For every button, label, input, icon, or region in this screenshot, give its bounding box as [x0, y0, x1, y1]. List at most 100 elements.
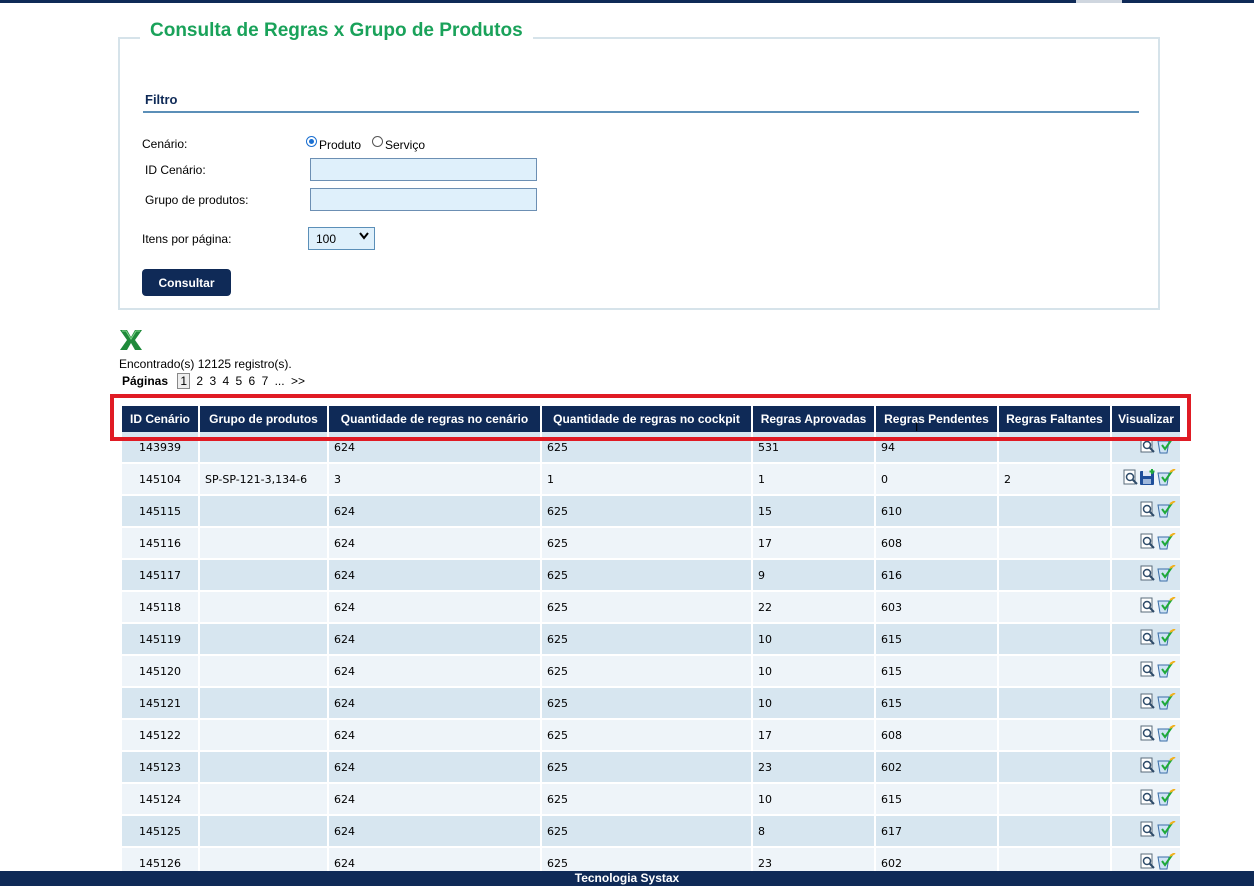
cell-grupo-produtos [200, 560, 327, 592]
view-icon[interactable] [1139, 661, 1156, 681]
edit-rules-icon[interactable] [1156, 724, 1176, 745]
save-icon[interactable] [1139, 469, 1156, 489]
next-pages-link[interactable]: >> [291, 374, 305, 388]
edit-rules-icon[interactable] [1156, 820, 1176, 841]
page-link-1[interactable]: 1 [177, 373, 191, 389]
filter-divider [143, 111, 1139, 113]
cell-id-cenario: 145125 [122, 816, 198, 848]
edit-rules-icon[interactable] [1156, 852, 1176, 873]
edit-rules-icon[interactable] [1156, 788, 1176, 809]
view-icon[interactable] [1139, 629, 1156, 649]
page-link-4[interactable]: 4 [222, 374, 229, 388]
col-qtd-regras-cenario[interactable]: Quantidade de regras no cenário [329, 406, 540, 432]
view-icon[interactable] [1139, 821, 1156, 841]
id-cenario-input[interactable] [310, 158, 537, 181]
col-regras-aprovadas[interactable]: Regras Aprovadas [753, 406, 874, 432]
view-icon[interactable] [1139, 437, 1156, 457]
cell-visualizar [1112, 752, 1180, 784]
cell-qtd-regras-cockpit: 625 [542, 752, 751, 784]
cell-qtd-regras-cockpit: 1 [542, 464, 751, 496]
cell-qtd-regras-cenario: 624 [329, 432, 540, 464]
edit-rules-icon[interactable] [1156, 436, 1176, 457]
edit-rules-icon[interactable] [1156, 532, 1176, 553]
cell-visualizar [1112, 592, 1180, 624]
col-grupo-produtos[interactable]: Grupo de produtos [200, 406, 327, 432]
cell-qtd-regras-cockpit: 625 [542, 624, 751, 656]
table-row: 145120 624 625 10 615 [122, 656, 1180, 688]
cell-id-cenario: 145104 [122, 464, 198, 496]
table-row: 145115 624 625 15 610 [122, 496, 1180, 528]
view-icon[interactable] [1139, 789, 1156, 809]
cell-qtd-regras-cenario: 624 [329, 816, 540, 848]
view-icon[interactable] [1139, 565, 1156, 585]
edit-rules-icon[interactable] [1156, 628, 1176, 649]
cell-grupo-produtos [200, 624, 327, 656]
cell-visualizar [1112, 560, 1180, 592]
cell-regras-faltantes [999, 560, 1110, 592]
view-icon[interactable] [1139, 533, 1156, 553]
radio-servico[interactable] [372, 136, 383, 147]
cell-regras-pendentes: 610 [876, 496, 997, 528]
page-link-3[interactable]: 3 [209, 374, 216, 388]
view-icon[interactable] [1139, 757, 1156, 777]
items-per-page-value: 100 [316, 232, 337, 246]
grupo-produtos-input[interactable] [310, 188, 537, 211]
cell-regras-pendentes: 615 [876, 656, 997, 688]
edit-rules-icon[interactable] [1156, 468, 1176, 489]
edit-rules-icon[interactable] [1156, 660, 1176, 681]
cell-qtd-regras-cockpit: 625 [542, 496, 751, 528]
edit-rules-icon[interactable] [1156, 500, 1176, 521]
grupo-produtos-label: Grupo de produtos: [145, 193, 249, 207]
col-regras-pendentes[interactable]: Regras Pendentes [876, 406, 997, 432]
cell-regras-pendentes: 608 [876, 528, 997, 560]
view-icon[interactable] [1139, 853, 1156, 873]
cell-regras-aprovadas: 10 [753, 624, 874, 656]
cell-id-cenario: 145121 [122, 688, 198, 720]
consultar-button[interactable]: Consultar [142, 269, 231, 296]
view-icon[interactable] [1139, 597, 1156, 617]
view-icon[interactable] [1139, 693, 1156, 713]
cell-regras-pendentes: 615 [876, 688, 997, 720]
cell-qtd-regras-cenario: 624 [329, 560, 540, 592]
items-per-page-select[interactable]: 100 [308, 227, 375, 250]
excel-icon[interactable] [118, 328, 144, 352]
col-regras-faltantes[interactable]: Regras Faltantes [999, 406, 1110, 432]
cell-qtd-regras-cenario: 624 [329, 496, 540, 528]
edit-rules-icon[interactable] [1156, 692, 1176, 713]
table-row: 145119 624 625 10 615 [122, 624, 1180, 656]
page-link-2[interactable]: 2 [196, 374, 203, 388]
cell-grupo-produtos [200, 688, 327, 720]
cell-regras-faltantes: 2 [999, 464, 1110, 496]
cell-grupo-produtos [200, 752, 327, 784]
table-row: 145123 624 625 23 602 [122, 752, 1180, 784]
col-qtd-regras-cockpit[interactable]: Quantidade de regras no cockpit [542, 406, 751, 432]
edit-rules-icon[interactable] [1156, 756, 1176, 777]
radio-servico-label[interactable]: Serviço [385, 138, 425, 152]
cell-regras-aprovadas: 17 [753, 528, 874, 560]
page-link-5[interactable]: 5 [236, 374, 243, 388]
col-id-cenario[interactable]: ID Cenário [122, 406, 198, 432]
page-link-6[interactable]: 6 [249, 374, 256, 388]
view-icon[interactable] [1139, 725, 1156, 745]
view-icon[interactable] [1122, 469, 1139, 489]
cell-visualizar [1112, 528, 1180, 560]
cell-regras-aprovadas: 531 [753, 432, 874, 464]
page-link-7[interactable]: 7 [262, 374, 269, 388]
view-icon[interactable] [1139, 501, 1156, 521]
cell-qtd-regras-cenario: 624 [329, 720, 540, 752]
col-visualizar: Visualizar [1112, 406, 1180, 432]
cell-id-cenario: 145122 [122, 720, 198, 752]
edit-rules-icon[interactable] [1156, 596, 1176, 617]
radio-produto[interactable] [306, 136, 317, 147]
cell-id-cenario: 145117 [122, 560, 198, 592]
radio-produto-label[interactable]: Produto [319, 138, 361, 152]
footer: Tecnologia Systax [0, 871, 1254, 886]
cell-qtd-regras-cockpit: 625 [542, 656, 751, 688]
records-found-text: Encontrado(s) 12125 registro(s). [119, 357, 292, 371]
cell-regras-faltantes [999, 528, 1110, 560]
table-row: 145116 624 625 17 608 [122, 528, 1180, 560]
id-cenario-label: ID Cenário: [145, 163, 206, 177]
cell-visualizar [1112, 816, 1180, 848]
cell-qtd-regras-cockpit: 625 [542, 432, 751, 464]
edit-rules-icon[interactable] [1156, 564, 1176, 585]
